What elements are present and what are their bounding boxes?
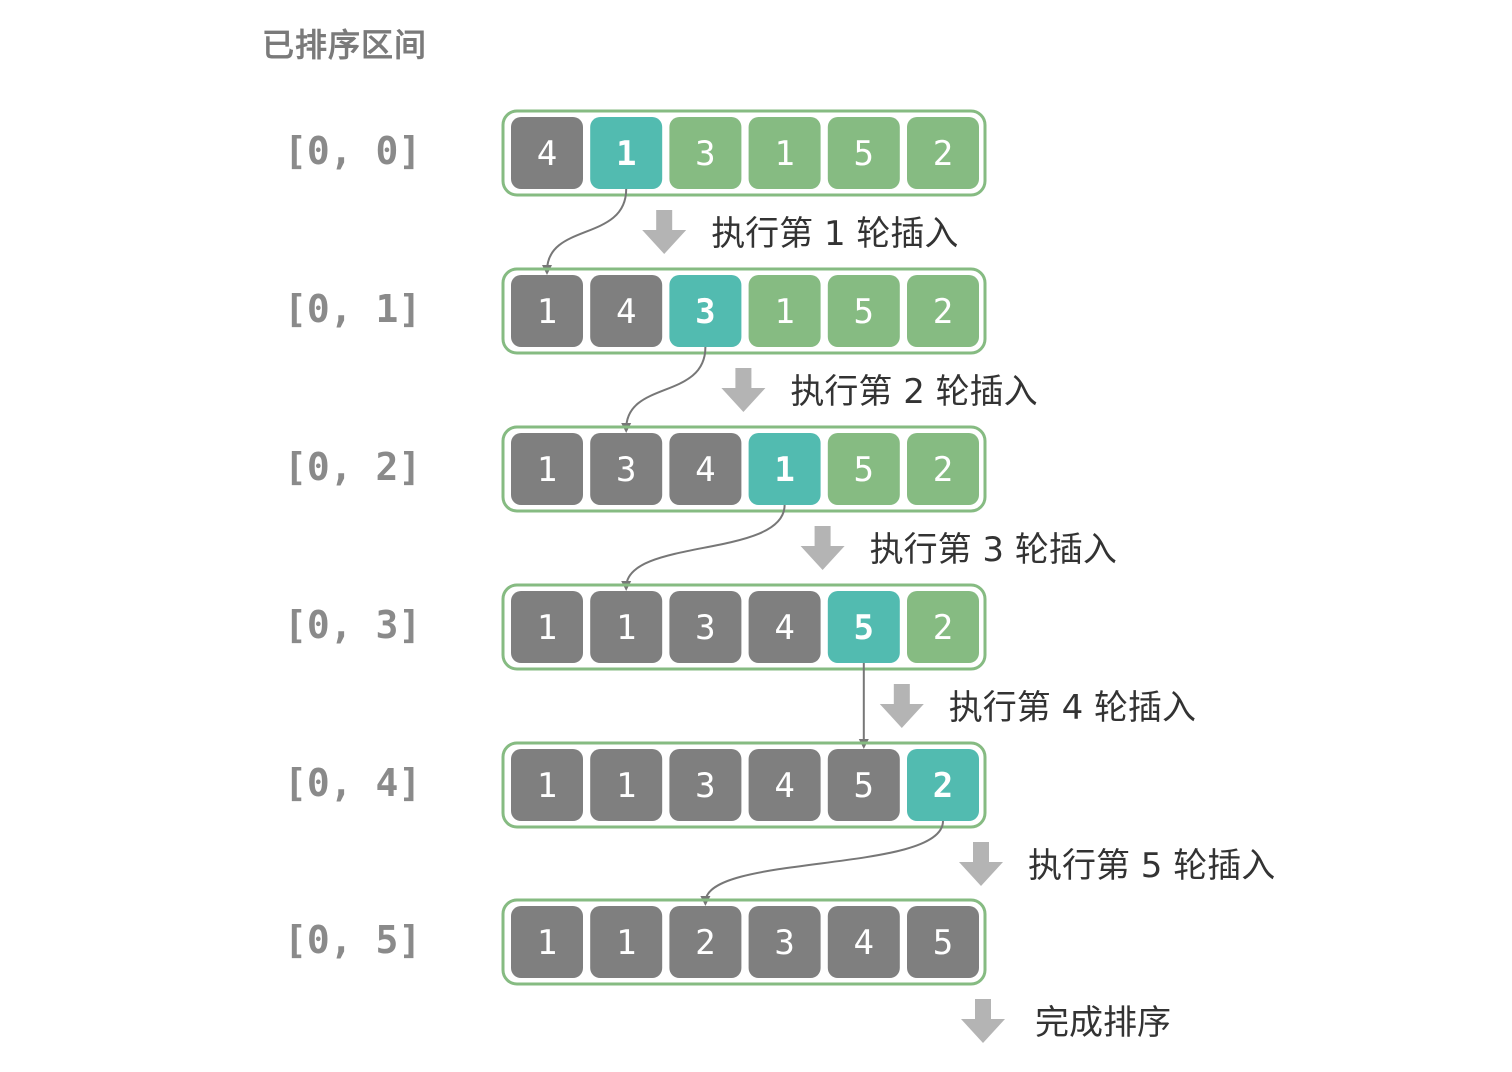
cell-value: 1 bbox=[537, 450, 557, 490]
range-label: [0, 4] bbox=[284, 761, 422, 805]
range-label: [0, 5] bbox=[284, 918, 422, 962]
step-arrow-icon bbox=[642, 210, 687, 254]
insert-connector bbox=[625, 504, 786, 588]
array-row: 1 1 2 3 4 5 bbox=[501, 898, 987, 986]
cell-value: 2 bbox=[933, 292, 953, 332]
cell-value: 4 bbox=[774, 766, 794, 806]
cell-value: 3 bbox=[695, 292, 715, 332]
step-caption: 执行第 3 轮插入 bbox=[869, 530, 1117, 570]
done-caption: 完成排序 bbox=[1035, 1003, 1171, 1043]
range-label: [0, 3] bbox=[284, 603, 422, 647]
insertion-sort-diagram: 4 1 3 1 5 2 1 4 3 1 5 2 1 3 4 1 5 2 1 1 3 4 5 2 1 1 3 4 5 2 1 1 2 3 4 5 bbox=[501, 109, 1005, 1043]
cell-value: 1 bbox=[537, 766, 557, 806]
cell-value: 4 bbox=[695, 450, 715, 490]
cell-value: 4 bbox=[774, 608, 794, 648]
cell-value: 3 bbox=[695, 134, 715, 174]
range-label: [0, 2] bbox=[284, 445, 422, 489]
cell-value: 3 bbox=[695, 608, 715, 648]
cell-value: 5 bbox=[854, 766, 874, 806]
cell-value: 1 bbox=[616, 766, 636, 806]
step-arrow-icon bbox=[961, 999, 1005, 1043]
step-caption: 执行第 1 轮插入 bbox=[711, 214, 959, 254]
array-row: 4 1 3 1 5 2 bbox=[501, 109, 987, 197]
step-arrow-icon bbox=[959, 842, 1003, 886]
cell-value: 2 bbox=[933, 766, 953, 806]
insert-connector bbox=[546, 188, 628, 272]
cell-value: 5 bbox=[854, 292, 874, 332]
cell-value: 2 bbox=[933, 450, 953, 490]
insert-connector bbox=[704, 820, 944, 903]
insert-connector bbox=[625, 346, 707, 430]
cell-value: 4 bbox=[854, 923, 874, 963]
cell-value: 1 bbox=[774, 450, 794, 490]
cell-value: 1 bbox=[537, 292, 557, 332]
cell-value: 5 bbox=[933, 923, 953, 963]
cell-value: 3 bbox=[695, 766, 715, 806]
array-row: 1 1 3 4 5 2 bbox=[501, 741, 987, 829]
array-row: 1 4 3 1 5 2 bbox=[501, 267, 987, 355]
cell-value: 4 bbox=[616, 292, 636, 332]
range-label: [0, 1] bbox=[284, 287, 422, 331]
step-caption: 执行第 4 轮插入 bbox=[948, 688, 1197, 728]
cell-value: 5 bbox=[854, 608, 874, 648]
cell-value: 1 bbox=[774, 134, 794, 174]
sorted-range-header: 已排序区间 bbox=[262, 26, 428, 64]
step-caption: 执行第 2 轮插入 bbox=[790, 372, 1038, 412]
cell-value: 3 bbox=[774, 923, 794, 963]
step-arrow-icon bbox=[879, 684, 924, 728]
step-arrow-icon bbox=[800, 526, 845, 570]
cell-value: 1 bbox=[537, 608, 557, 648]
step-arrow-icon bbox=[721, 368, 766, 412]
cell-value: 5 bbox=[854, 450, 874, 490]
cell-value: 2 bbox=[933, 134, 953, 174]
step-caption: 执行第 5 轮插入 bbox=[1028, 846, 1276, 886]
cell-value: 2 bbox=[695, 923, 715, 963]
cell-value: 1 bbox=[616, 923, 636, 963]
array-row: 1 3 4 1 5 2 bbox=[501, 425, 987, 513]
range-label: [0, 0] bbox=[284, 129, 422, 173]
cell-value: 4 bbox=[537, 134, 557, 174]
cell-value: 1 bbox=[774, 292, 794, 332]
array-row: 1 1 3 4 5 2 bbox=[501, 583, 987, 671]
cell-value: 1 bbox=[616, 608, 636, 648]
cell-value: 2 bbox=[933, 608, 953, 648]
cell-value: 5 bbox=[854, 134, 874, 174]
cell-value: 3 bbox=[616, 450, 636, 490]
cell-value: 1 bbox=[537, 923, 557, 963]
cell-value: 1 bbox=[616, 134, 636, 174]
